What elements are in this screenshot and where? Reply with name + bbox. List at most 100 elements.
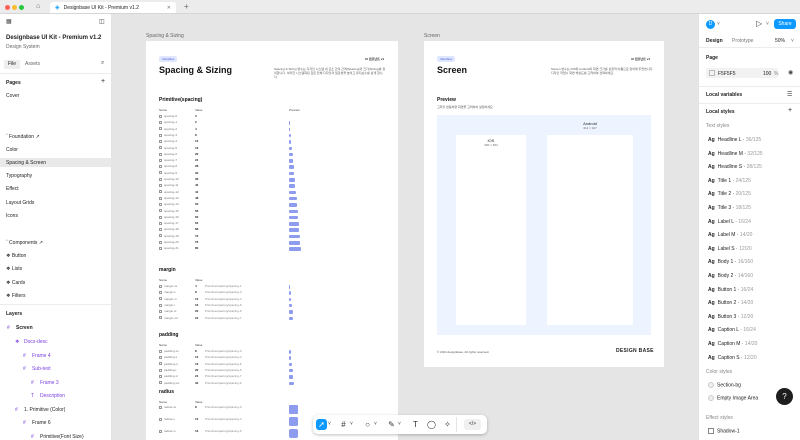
shape-tool-icon[interactable]: ○ [362, 419, 373, 430]
token-name: padding-m [159, 362, 178, 366]
text-style-item[interactable]: Ag Button 3 · 12/20 [708, 314, 753, 320]
dev-mode-toggle[interactable]: </> [464, 419, 481, 430]
layer-item[interactable]: Frame 4 [32, 353, 51, 359]
text-style-item[interactable]: Ag Body 1 · 16/160 [708, 259, 753, 265]
close-window-button[interactable] [5, 4, 10, 10]
present-icon[interactable]: ▷ [756, 19, 762, 28]
pen-tool-chevron-down-icon[interactable]: ˅ [397, 419, 402, 430]
text-style-item[interactable]: Ag Caption L · 16/24 [708, 327, 756, 333]
tab-file[interactable]: File [4, 60, 20, 69]
zoom-window-button[interactable] [19, 4, 24, 10]
effect-style-item[interactable]: Shadow-1 [708, 428, 740, 434]
present-chevron-down-icon[interactable]: ˅ [766, 21, 769, 27]
layer-item[interactable]: 1. Primitive (Color) [24, 407, 65, 413]
text-style-icon: Ag [708, 137, 715, 143]
text-style-item[interactable]: Ag Body 2 · 14/160 [708, 273, 753, 279]
page-item[interactable]: ❖ Cards [6, 280, 25, 286]
tab-prototype[interactable]: Prototype [732, 38, 753, 44]
page-opacity-value[interactable]: 100 [763, 71, 771, 77]
tab-assets[interactable]: Assets [25, 60, 40, 69]
add-page-icon[interactable]: + [101, 78, 105, 85]
text-style-item[interactable]: Ag Label L · 16/24 [708, 219, 751, 225]
share-button[interactable]: Share [774, 19, 796, 29]
main-menu-icon[interactable]: ▦ [6, 18, 12, 25]
local-variables-link[interactable]: Local variables [706, 92, 742, 98]
actions-tool-icon[interactable]: ✧ [442, 419, 453, 430]
page-item[interactable]: Color [6, 147, 18, 153]
tab-design[interactable]: Design [706, 38, 723, 44]
help-button[interactable]: ? [776, 388, 793, 405]
layer-item[interactable]: Screen [16, 325, 33, 331]
close-tab-icon[interactable]: ✕ [167, 5, 171, 11]
page-item[interactable]: ˇ Components ↗ [6, 240, 43, 246]
variables-icon[interactable]: ☰ [787, 91, 792, 98]
file-tab[interactable]: ◈ Designbase UI Kit - Premium v1.2 ✕ [50, 2, 176, 13]
zoom-chevron-down-icon[interactable]: ˅ [791, 38, 794, 44]
color-style-item[interactable]: Section-bg [708, 382, 741, 388]
page-color-field[interactable]: F5F5F5 100 % [706, 68, 778, 78]
page-item[interactable]: Effect [6, 186, 19, 192]
text-style-item[interactable]: Ag Headline S · 28/125 [708, 164, 762, 170]
avatar[interactable]: D [706, 20, 715, 29]
page-item[interactable]: ˇ Foundation ↗ [6, 134, 40, 140]
move-tool-icon[interactable]: ➚ [316, 419, 327, 430]
text-style-item[interactable]: Ag Label S · 12/20 [708, 246, 752, 252]
shape-tool-chevron-down-icon[interactable]: ˅ [373, 419, 378, 430]
comment-tool-icon[interactable]: ◯ [426, 419, 437, 430]
minimize-window-button[interactable] [12, 4, 17, 10]
add-style-icon[interactable]: + [788, 107, 792, 114]
zoom-level[interactable]: 50% [775, 38, 785, 44]
page-item[interactable]: ❖ Button [6, 253, 26, 259]
search-icon[interactable]: ⌕ [101, 60, 104, 67]
color-style-item[interactable]: Empty Image Area [708, 395, 758, 401]
text-style-item[interactable]: Ag Title 2 · 20/125 [708, 191, 751, 197]
text-style-item[interactable]: Ag Label M · 14/20 [708, 232, 752, 238]
page-item[interactable]: ❖ Lists [6, 266, 22, 272]
text-style-item[interactable]: Ag Button 2 · 14/20 [708, 300, 753, 306]
pen-tool-icon[interactable]: ✎ [386, 419, 397, 430]
page-item[interactable]: Cover [6, 93, 19, 99]
layer-item[interactable]: Frame 3 [40, 380, 59, 386]
page-item[interactable]: Icons [6, 213, 18, 219]
home-icon[interactable]: ⌂ [36, 3, 40, 10]
text-style-item[interactable]: Ag Button 1 · 16/24 [708, 287, 753, 293]
value-bar [289, 285, 291, 289]
text-style-item[interactable]: Ag Caption M · 14/20 [708, 341, 757, 347]
layer-item[interactable]: Description [40, 393, 65, 399]
page-item[interactable]: Spacing & Screen [6, 160, 46, 166]
page-item[interactable]: Layout Grids [6, 200, 34, 206]
frame-tool-icon[interactable]: # [338, 419, 349, 430]
move-tool-chevron-down-icon[interactable]: ˅ [327, 419, 332, 430]
token-name: padding-l [159, 368, 176, 372]
layer-item[interactable]: Sub-text [32, 366, 51, 372]
frame-tool-chevron-down-icon[interactable]: ˅ [349, 419, 354, 430]
ios-screen[interactable]: iOS 390 × 844 [456, 135, 526, 325]
token-name-text: radius-s [164, 417, 175, 421]
text-tool-icon[interactable]: T [410, 419, 421, 430]
token-value: 80 [195, 246, 199, 251]
page-color-swatch[interactable] [709, 70, 715, 76]
file-title[interactable]: Designbase UI Kit - Premium v1.2 [6, 35, 101, 41]
frame-spacing-sizing[interactable]: Variables Spacing & Sizing UI 컴포넌트 v1 Sp… [146, 41, 398, 440]
text-style-item[interactable]: Ag Title 3 · 18/125 [708, 205, 751, 211]
text-style-item[interactable]: Ag Headline L · 36/125 [708, 137, 761, 143]
page-item[interactable]: Typography [6, 173, 32, 179]
canvas[interactable]: Spacing & Sizing Variables Spacing & Siz… [112, 14, 698, 440]
page-item[interactable]: ❖ Filters [6, 293, 25, 299]
text-style-item[interactable]: Ag Headline M · 32/125 [708, 151, 763, 157]
layer-item[interactable]: Docs-desc [24, 339, 48, 345]
layer-item[interactable]: Primitive(Font Size) [40, 434, 84, 440]
frame-label-spacing[interactable]: Spacing & Sizing [146, 33, 184, 39]
toggle-panel-icon[interactable]: ◫ [99, 18, 105, 25]
layer-item[interactable]: Frame 6 [32, 420, 51, 426]
new-tab-button[interactable]: + [184, 2, 189, 11]
frame-label-screen[interactable]: Screen [424, 33, 440, 39]
android-screen[interactable]: Android 412 × 917 [547, 121, 633, 325]
token-name: padding-xs [159, 349, 179, 353]
text-style-item[interactable]: Ag Title 1 · 24/125 [708, 178, 751, 184]
eye-icon[interactable]: ◉ [788, 69, 793, 76]
text-style-item[interactable]: Ag Caption S · 12/20 [708, 355, 757, 361]
frame-screen[interactable]: Variables Screen UI 컴포넌트 v1 Screen 변수는 i… [424, 41, 664, 367]
avatar-chevron-down-icon[interactable]: ˅ [717, 21, 720, 27]
page-color-value[interactable]: F5F5F5 [718, 71, 736, 77]
